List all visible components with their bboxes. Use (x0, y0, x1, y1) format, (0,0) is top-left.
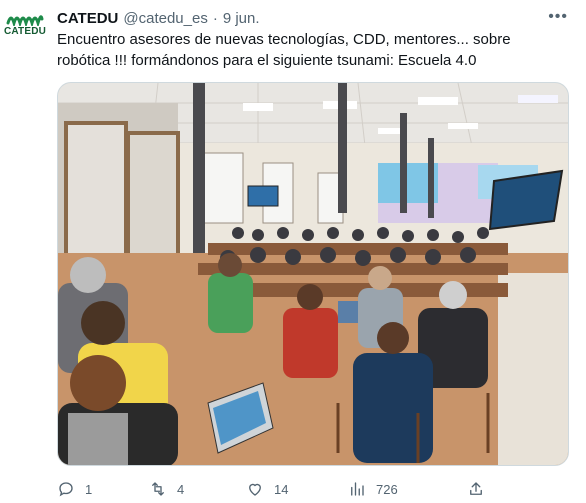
avatar-label: CATEDU (3, 26, 47, 37)
reply-icon (59, 482, 73, 497)
like-button[interactable]: 14 (246, 480, 348, 498)
reply-count: 1 (85, 481, 93, 497)
tweet: CATEDU CATEDU @catedu_es · 9 jun. ••• En… (0, 0, 586, 503)
retweet-icon (152, 482, 164, 496)
share-button[interactable] (467, 480, 485, 498)
separator: · (212, 9, 218, 27)
avatar[interactable]: CATEDU (4, 10, 46, 52)
handle[interactable]: @catedu_es (123, 10, 207, 27)
retweet-count: 4 (177, 481, 185, 497)
more-options-icon[interactable]: ••• (548, 8, 568, 26)
heart-icon (249, 483, 261, 496)
views-chart-icon (351, 482, 364, 496)
tweet-text: Encuentro asesores de nuevas tecnologías… (57, 31, 511, 69)
views-button[interactable]: 726 (348, 480, 467, 498)
display-name[interactable]: CATEDU (57, 10, 118, 27)
conference-room-photo (58, 83, 568, 465)
reply-button[interactable]: 1 (57, 480, 149, 498)
share-icon (470, 482, 482, 495)
catedu-logo-icon (6, 15, 44, 26)
tweet-date[interactable]: 9 jun. (223, 10, 260, 27)
views-count: 726 (376, 481, 398, 497)
tweet-photo[interactable] (57, 82, 569, 466)
tweet-header: CATEDU @catedu_es · 9 jun. ••• (57, 8, 576, 28)
retweet-button[interactable]: 4 (149, 480, 246, 498)
tweet-actions: 1 4 14 726 (57, 479, 569, 499)
like-count: 14 (274, 481, 289, 497)
